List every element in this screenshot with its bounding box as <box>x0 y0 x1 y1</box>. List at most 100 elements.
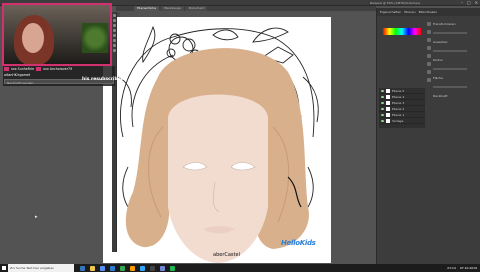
swatches-panel-icon[interactable] <box>427 30 431 34</box>
window-controls: – □ ✕ <box>461 0 478 6</box>
tab-layers[interactable]: Ebenen <box>404 10 415 14</box>
system-tray: 21:14 07.10.2019 <box>447 264 477 272</box>
chat-user: xxx SunheRrie <box>11 67 35 71</box>
taskbar-apps <box>80 265 175 271</box>
clock-date[interactable]: 07.10.2019 <box>460 266 477 270</box>
gradient-panel-icon[interactable] <box>427 62 431 66</box>
eye-icon[interactable] <box>381 119 384 122</box>
photoshop-icon[interactable] <box>140 265 145 271</box>
prop-slider[interactable] <box>433 68 467 70</box>
selection-tool-icon[interactable] <box>113 14 116 17</box>
prop-slider[interactable] <box>433 32 467 34</box>
discord-icon[interactable] <box>160 265 165 271</box>
layer-row[interactable]: Vorlage <box>379 118 425 124</box>
layer-name: Ebene 5 <box>392 88 405 93</box>
prop-slider[interactable] <box>433 86 467 88</box>
windows-taskbar: Zur Suche Text hier eingeben 21:14 07.10… <box>0 264 480 272</box>
layer-name: Ebene 3 <box>392 100 405 105</box>
brand-text: aberCastel <box>213 252 240 258</box>
windows-logo-icon <box>2 266 6 270</box>
prop-label: Kontur <box>433 58 443 62</box>
eye-icon[interactable] <box>381 113 384 116</box>
symbols-panel-icon[interactable] <box>427 46 431 50</box>
sub-badge-icon <box>4 67 9 71</box>
explorer-icon[interactable] <box>90 265 95 271</box>
tab-1[interactable]: Werkzeuge <box>161 6 184 11</box>
eraser-tool-icon[interactable] <box>113 44 116 47</box>
tab-properties[interactable]: Eigenschaften <box>380 10 401 14</box>
stroke-panel-icon[interactable] <box>427 54 431 58</box>
layer-name: Ebene 4 <box>392 94 405 99</box>
layer-thumbnail <box>386 106 390 111</box>
layer-thumbnail <box>386 118 390 123</box>
mouse-cursor-icon: ▸ <box>35 214 38 220</box>
prop-label: Aussehen <box>433 40 448 44</box>
layer-thumbnail <box>386 100 390 105</box>
store-icon[interactable] <box>100 265 105 271</box>
layers-panel: Ebene 5 Ebene 4 Ebene 3 Ebene 2 Ebene 1 … <box>379 88 425 128</box>
search-placeholder: Zur Suche Text hier eingeben <box>10 266 55 270</box>
right-panel: Eigenschaften Ebenen Bibliotheken Transf… <box>376 8 480 264</box>
transparency-panel-icon[interactable] <box>427 70 431 74</box>
tools-panel <box>112 12 117 252</box>
layer-name: Ebene 1 <box>392 112 405 117</box>
layer-name: Ebene 2 <box>392 106 405 111</box>
face-shape <box>168 94 268 263</box>
pen-tool-icon[interactable] <box>113 24 116 27</box>
chat-overlay: xxx SunheRrie xxx Anchorover79 wlianHKin… <box>3 66 115 86</box>
eye-icon[interactable] <box>381 95 384 98</box>
sub-badge-icon <box>36 67 42 71</box>
close-button[interactable]: ✕ <box>475 0 478 6</box>
plant-decor <box>82 23 108 53</box>
appearance-panel-icon[interactable] <box>427 78 431 82</box>
maximize-button[interactable]: □ <box>467 0 471 6</box>
type-tool-icon[interactable] <box>113 29 116 32</box>
layer-name: Vorlage <box>392 118 404 123</box>
prop-label: Fläche <box>433 76 443 80</box>
illustrator-window: Beispiel @ 50% (CMYK/Vorschau) – □ ✕ Ebe… <box>0 0 480 264</box>
spotify-icon[interactable] <box>170 265 175 271</box>
properties-section: Transformieren Aussehen Kontur Fläche De… <box>433 22 477 112</box>
chrome-icon[interactable] <box>120 265 125 271</box>
streamer-face <box>22 23 44 53</box>
chat-text: xxx Anchorover79 <box>43 67 73 71</box>
eye-icon[interactable] <box>381 107 384 110</box>
brushes-panel-icon[interactable] <box>427 38 431 42</box>
prop-label: Deckkraft <box>433 94 448 98</box>
brush-tool-icon[interactable] <box>113 39 116 42</box>
eye-icon[interactable] <box>381 101 384 104</box>
color-panel-icon[interactable] <box>427 22 431 26</box>
layer-thumbnail <box>386 88 390 93</box>
start-button[interactable] <box>0 264 8 272</box>
panel-tabs: Eigenschaften Ebenen Bibliotheken <box>377 8 480 16</box>
document-tab-bar: Ebenenfarbe Werkzeuge Dokument <box>116 6 376 11</box>
layer-thumbnail <box>386 94 390 99</box>
webcam-overlay <box>2 3 112 66</box>
window-title: Beispiel @ 50% (CMYK/Vorschau) <box>370 1 420 5</box>
tab-libraries[interactable]: Bibliotheken <box>419 10 438 14</box>
tab-0[interactable]: Ebenenfarbe <box>134 6 160 11</box>
direct-selection-tool-icon[interactable] <box>113 19 116 22</box>
layer-thumbnail <box>386 112 390 117</box>
minimize-button[interactable]: – <box>461 0 463 6</box>
prop-label: Transformieren <box>433 22 456 26</box>
edge-icon[interactable] <box>80 265 85 271</box>
illustrator-icon[interactable] <box>130 265 135 271</box>
clock-time[interactable]: 21:14 <box>447 266 456 270</box>
portrait-artwork <box>117 25 319 263</box>
chat-input-placeholder: Nachricht senden <box>7 81 34 85</box>
panel-icon-rail <box>427 22 432 122</box>
color-spectrum[interactable] <box>383 28 421 35</box>
obs-icon[interactable] <box>150 265 155 271</box>
resub-notice: his resubscribed <box>82 77 124 82</box>
hellokids-logo: HelloKids <box>281 239 316 247</box>
eye-icon[interactable] <box>381 89 384 92</box>
taskbar-search[interactable]: Zur Suche Text hier eingeben <box>8 264 74 272</box>
zoom-tool-icon[interactable] <box>113 49 116 52</box>
rectangle-tool-icon[interactable] <box>113 34 116 37</box>
chat-user: wlianHKingamet <box>4 73 31 77</box>
tab-2[interactable]: Dokument <box>185 6 208 11</box>
prop-slider[interactable] <box>433 50 467 52</box>
artboard[interactable]: aberCastel HelloKids <box>103 17 331 263</box>
mail-icon[interactable] <box>110 265 115 271</box>
